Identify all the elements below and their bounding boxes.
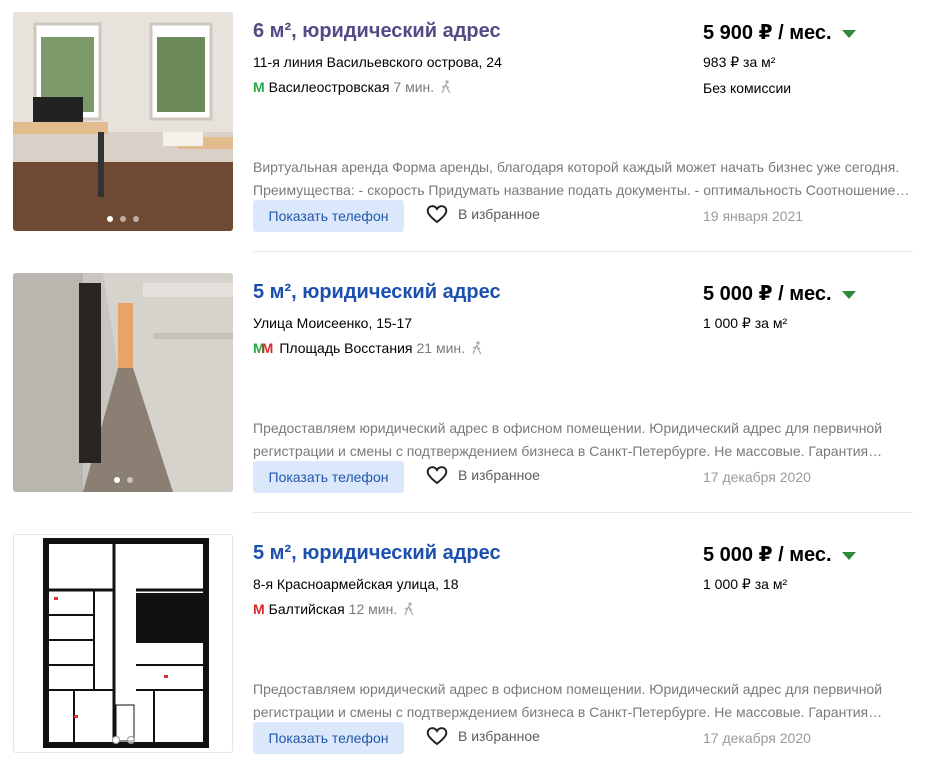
divider — [253, 512, 913, 513]
favorite-label: В избранное — [458, 206, 540, 222]
listing-date: 17 декабря 2020 — [703, 730, 811, 746]
listing-photo[interactable] — [13, 12, 233, 231]
listing-card: 6 м², юридический адрес 11-я линия Васил… — [0, 12, 928, 262]
pager-dot[interactable] — [111, 736, 120, 744]
listing-date: 19 января 2021 — [703, 208, 804, 224]
metro-station: Василеостровская — [268, 79, 390, 95]
price-history-arrow-icon[interactable] — [841, 30, 856, 38]
walk-icon — [472, 341, 482, 355]
commission: Без комиссии — [703, 80, 792, 96]
listing-description[interactable]: Виртуальная аренда Форма аренды, благода… — [253, 156, 913, 201]
listing-address: Улица Моисеенко, 15-17 — [253, 315, 413, 331]
walk-icon — [441, 80, 451, 94]
price[interactable]: 5 000 ₽ / мес. — [703, 542, 856, 567]
metro-green-icon: M — [253, 79, 265, 95]
listing-title-link[interactable]: 5 м², юридический адрес — [253, 281, 501, 304]
description-line: Виртуальная аренда Форма аренды, благода… — [253, 159, 900, 175]
listing-address: 8-я Красноармейская улица, 18 — [253, 576, 459, 592]
price-per-meter: 983 ₽ за м² — [703, 54, 776, 70]
photo-pager[interactable] — [13, 477, 233, 483]
pager-dot[interactable] — [126, 736, 135, 744]
price-value: 5 000 ₽ / мес. — [703, 544, 832, 566]
listing-date: 17 декабря 2020 — [703, 469, 811, 485]
listing-title-link[interactable]: 5 м², юридический адрес — [253, 542, 501, 565]
price-history-arrow-icon[interactable] — [841, 552, 856, 560]
show-phone-button[interactable]: Показать телефон — [253, 461, 404, 493]
price-value: 5 000 ₽ / мес. — [703, 283, 832, 305]
price-value: 5 900 ₽ / мес. — [703, 22, 832, 44]
show-phone-button[interactable]: Показать телефон — [253, 200, 404, 232]
add-to-favorites[interactable]: В избранное — [426, 204, 540, 224]
price-history-arrow-icon[interactable] — [841, 291, 856, 299]
metro-info: MM Площадь Восстания 21 мин. — [253, 340, 483, 356]
description-line: Предоставляем юридический адрес в офисно… — [253, 420, 883, 436]
listing-description[interactable]: Предоставляем юридический адрес в офисно… — [253, 417, 913, 462]
price-per-meter: 1 000 ₽ за м² — [703, 576, 788, 592]
listing-address: 11-я линия Васильевского острова, 24 — [253, 54, 502, 70]
favorite-label: В избранное — [458, 467, 540, 483]
pager-dot[interactable] — [126, 477, 133, 483]
add-to-favorites[interactable]: В избранное — [426, 465, 540, 485]
listing-description[interactable]: Предоставляем юридический адрес в офисно… — [253, 678, 913, 723]
pager-dot[interactable] — [133, 216, 139, 222]
metro-time: 12 мин. — [348, 601, 398, 617]
price[interactable]: 5 900 ₽ / мес. — [703, 20, 856, 45]
listing-photo[interactable] — [13, 534, 233, 753]
price[interactable]: 5 000 ₽ / мес. — [703, 281, 856, 306]
metro-info: M Василеостровская 7 мин. — [253, 79, 452, 95]
add-to-favorites[interactable]: В избранное — [426, 726, 540, 746]
pager-dot[interactable] — [113, 477, 120, 483]
heart-icon — [426, 466, 448, 485]
price-per-meter: 1 000 ₽ за м² — [703, 315, 788, 331]
listing-photo[interactable] — [13, 273, 233, 492]
metro-station: Площадь Восстания — [279, 340, 413, 356]
description-line: Предоставляем юридический адрес в офисно… — [253, 681, 883, 697]
walk-icon — [404, 602, 414, 616]
description-line: регистрации и смены с подтверждением биз… — [253, 442, 883, 459]
metro-time: 21 мин. — [416, 340, 466, 356]
metro-info: M Балтийская 12 мин. — [253, 601, 415, 617]
divider — [253, 251, 913, 252]
pager-dot[interactable] — [107, 216, 113, 222]
show-phone-button[interactable]: Показать телефон — [253, 722, 404, 754]
pager-dot[interactable] — [120, 216, 126, 222]
description-line: Преимущества: - скорость Придумать назва… — [253, 181, 910, 198]
heart-icon — [426, 205, 448, 224]
metro-red-icon: M — [253, 601, 265, 617]
metro-station: Балтийская — [268, 601, 345, 617]
photo-pager[interactable] — [14, 736, 232, 744]
listing-title-link[interactable]: 6 м², юридический адрес — [253, 20, 501, 43]
listing-card: 5 м², юридический адрес Улица Моисеенко,… — [0, 273, 928, 523]
metro-time: 7 мин. — [393, 79, 435, 95]
photo-pager[interactable] — [13, 216, 233, 222]
description-line: регистрации и смены с подтверждением биз… — [253, 703, 883, 720]
heart-icon — [426, 727, 448, 746]
listing-card: 5 м², юридический адрес 8-я Красноармейс… — [0, 534, 928, 784]
favorite-label: В избранное — [458, 728, 540, 744]
metro-green-red-icon: MM — [253, 340, 273, 356]
